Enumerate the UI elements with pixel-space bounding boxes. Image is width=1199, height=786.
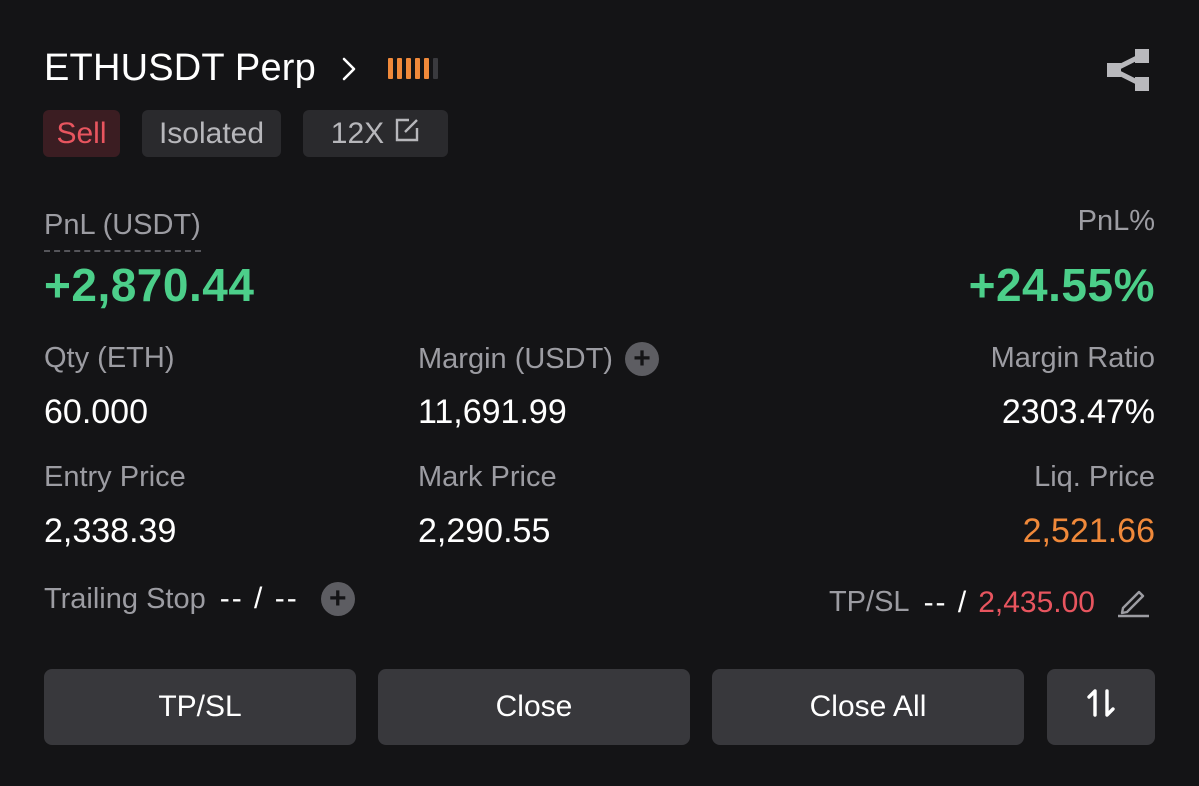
margin-ratio-label: Margin Ratio [990,342,1155,374]
edit-tpsl-icon[interactable] [1115,582,1151,623]
tpsl-button[interactable]: TP/SL [44,669,356,745]
risk-bar [397,58,402,79]
risk-bar [406,58,411,79]
share-icon[interactable] [1105,48,1151,97]
pnl-percent-value: +24.55% [968,259,1155,311]
risk-bar [415,58,420,79]
symbol-title[interactable]: ETHUSDT Perp [44,47,316,90]
mark-price-value: 2,290.55 [418,512,551,550]
trailing-stop-label: Trailing Stop [44,582,206,615]
trailing-stop-row: Trailing Stop -- / -- + [44,582,355,616]
qty-value: 60.000 [44,393,148,431]
pnl-percent-label: PnL% [1077,205,1155,237]
margin-label: Margin (USDT) [418,342,613,375]
entry-price-label: Entry Price [44,461,186,493]
tpsl-row: TP/SL -- / 2,435.00 [829,582,1151,623]
risk-bar [388,58,393,79]
risk-bar [433,58,438,79]
mark-price-label: Mark Price [418,461,557,493]
edit-icon [394,117,420,151]
leverage-label: 12X [330,116,385,150]
close-button[interactable]: Close [378,669,690,745]
add-margin-icon[interactable]: + [624,342,659,376]
risk-bar [424,58,429,79]
liq-price-label: Liq. Price [1034,461,1155,493]
qty-label: Qty (ETH) [44,342,175,374]
margin-value: 11,691.99 [418,393,567,431]
swap-vertical-icon [1086,687,1116,727]
leverage-button[interactable]: 12X [303,110,448,157]
entry-price-value: 2,338.39 [44,512,177,550]
add-trailing-stop-icon[interactable]: + [320,582,355,616]
tp-value: -- / [923,585,969,619]
close-all-button[interactable]: Close All [712,669,1024,745]
liq-price-value: 2,521.66 [1022,512,1155,550]
sl-value: 2,435.00 [978,585,1095,619]
margin-ratio-value: 2303.47% [1001,393,1155,431]
chevron-right-icon[interactable] [340,56,358,87]
tpsl-label: TP/SL [828,586,910,618]
margin-label-group: Margin (USDT) + [418,342,659,376]
risk-indicator [388,58,438,79]
pnl-value: +2,870.44 [44,259,255,311]
side-badge: Sell [43,110,120,157]
trailing-stop-value: -- / -- [219,582,299,615]
reverse-position-button[interactable] [1047,669,1155,745]
margin-mode-badge[interactable]: Isolated [142,110,281,157]
pnl-label[interactable]: PnL (USDT) [44,209,201,252]
